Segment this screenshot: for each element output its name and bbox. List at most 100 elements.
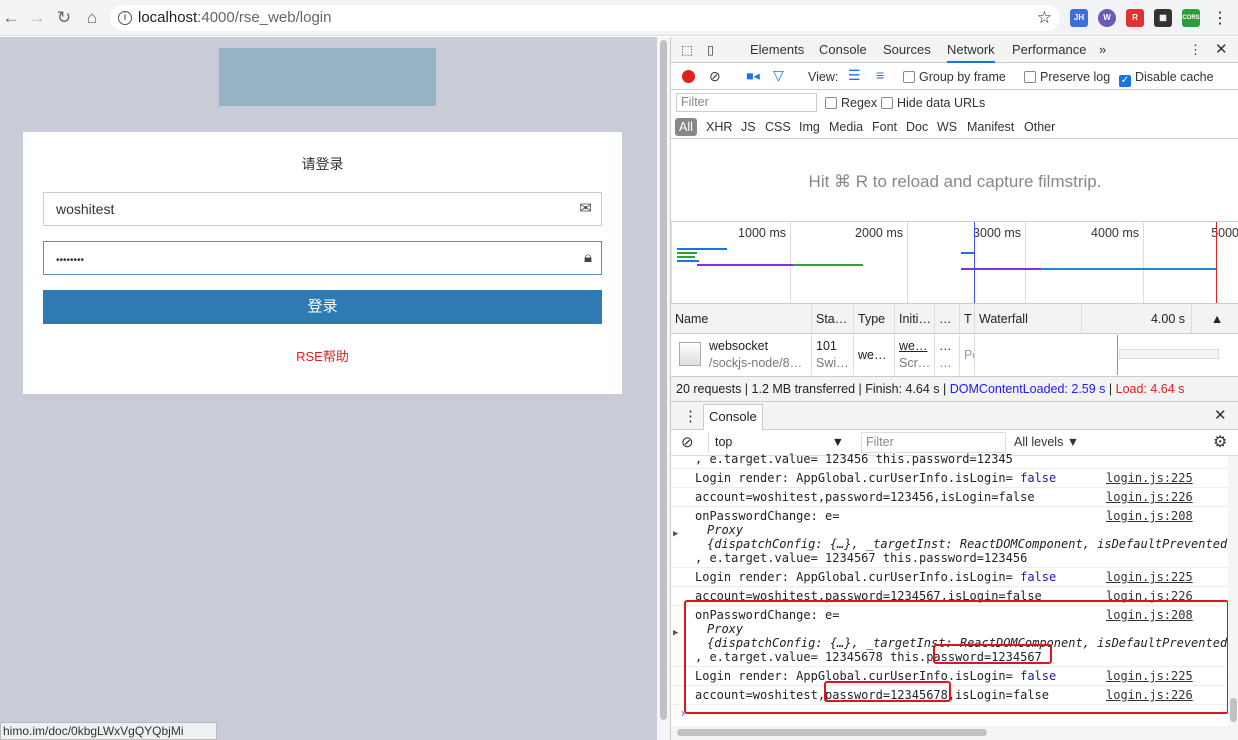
- tab-elements[interactable]: Elements: [750, 37, 804, 63]
- drawer-menu-icon[interactable]: ⋮: [683, 407, 698, 425]
- summary-text: 20 requests | 1.2 MB transferred | Finis…: [676, 382, 950, 396]
- tab-console[interactable]: Console: [819, 37, 867, 63]
- request-waterfall: [975, 335, 1238, 375]
- close-devtools-icon[interactable]: ✕: [1215, 37, 1228, 63]
- filter-icon[interactable]: ▽: [773, 67, 784, 84]
- tab-performance[interactable]: Performance: [1012, 37, 1086, 63]
- type-all[interactable]: All: [675, 118, 697, 136]
- load-time: Load: 4.64 s: [1115, 382, 1185, 396]
- disable-cache-checkbox[interactable]: ✓ Disable cache: [1119, 70, 1214, 87]
- regex-checkbox[interactable]: Regex: [825, 96, 877, 110]
- info-icon[interactable]: i: [118, 11, 132, 25]
- login-card: 请登录 woshitest ✉ •••••••• 🔒︎ 登录 RSE帮助: [23, 132, 622, 394]
- request-initiator[interactable]: we…: [899, 338, 934, 355]
- type-css[interactable]: CSS: [765, 115, 791, 139]
- address-bar[interactable]: i localhost:4000/rse_web/login ☆: [110, 5, 1060, 31]
- type-ws[interactable]: WS: [937, 115, 957, 139]
- page-scrollbar[interactable]: [657, 37, 670, 740]
- expand-triangle-icon[interactable]: ▶: [673, 626, 678, 640]
- col-waterfall[interactable]: Waterfall: [975, 304, 1082, 334]
- message-object[interactable]: {dispatchConfig: {…}, _targetInst: React…: [695, 537, 1227, 551]
- col-type[interactable]: Type: [854, 304, 895, 334]
- extension-r-icon[interactable]: R: [1126, 9, 1144, 27]
- tab-network[interactable]: Network: [947, 37, 995, 63]
- request-row-websocket[interactable]: websocket/sockjs-node/8…: [671, 335, 812, 375]
- type-doc[interactable]: Doc: [906, 115, 928, 139]
- cors-extension-icon[interactable]: CORS: [1182, 9, 1200, 27]
- browser-menu-icon[interactable]: ⋮: [1212, 8, 1228, 28]
- device-toolbar-icon[interactable]: ▯: [707, 42, 714, 57]
- waterfall-bar: [677, 256, 695, 258]
- console-scrollbar[interactable]: [1228, 456, 1238, 726]
- type-manifest[interactable]: Manifest: [967, 115, 1014, 139]
- help-link[interactable]: RSE帮助: [23, 346, 622, 365]
- horizontal-scrollbar[interactable]: [671, 726, 1238, 740]
- forward-icon[interactable]: →: [26, 8, 48, 28]
- extension-w-icon[interactable]: W: [1098, 9, 1116, 27]
- type-js[interactable]: JS: [741, 115, 756, 139]
- drawer-tab-console[interactable]: Console: [703, 404, 763, 430]
- tick-2000: 2000 ms: [855, 226, 903, 240]
- bookmark-star-icon[interactable]: ☆: [1037, 5, 1052, 31]
- col-initiator[interactable]: Initi…: [895, 304, 935, 334]
- clear-icon[interactable]: ⊘: [709, 68, 721, 85]
- drawer-tabbar: ⋮ Console ✕: [671, 402, 1238, 430]
- request-name: websocket: [709, 339, 769, 353]
- request-size: …: [939, 339, 952, 353]
- source-link[interactable]: login.js:225: [1106, 471, 1193, 485]
- request-type: we…: [854, 335, 895, 375]
- password-input[interactable]: •••••••• 🔒︎: [43, 241, 602, 275]
- tab-sources[interactable]: Sources: [883, 37, 931, 63]
- hide-data-urls-checkbox[interactable]: Hide data URLs: [881, 96, 985, 110]
- home-icon[interactable]: ⌂: [81, 8, 103, 28]
- reload-icon[interactable]: ↻: [53, 8, 75, 28]
- more-tabs-button[interactable]: »: [1099, 37, 1106, 63]
- close-drawer-icon[interactable]: ✕: [1214, 406, 1227, 424]
- waterfall-bar: [961, 268, 1041, 270]
- clear-console-icon[interactable]: ⊘: [681, 433, 694, 451]
- col-status[interactable]: Sta…: [812, 304, 854, 334]
- col-time[interactable]: T: [960, 304, 975, 334]
- waterfall-bar: [677, 248, 727, 250]
- login-title: 请登录: [301, 156, 344, 172]
- type-other[interactable]: Other: [1024, 115, 1055, 139]
- type-xhr[interactable]: XHR: [706, 115, 732, 139]
- type-media[interactable]: Media: [829, 115, 863, 139]
- sort-ascending-icon[interactable]: ▲: [1192, 304, 1238, 334]
- network-filter-input[interactable]: Filter: [676, 93, 817, 112]
- extension-jh-icon[interactable]: JH: [1070, 9, 1088, 27]
- waterfall-scale: 4.00 s: [1082, 304, 1192, 334]
- record-icon[interactable]: [682, 70, 695, 83]
- username-input[interactable]: woshitest ✉: [43, 192, 602, 226]
- network-overview-timeline[interactable]: 1000 ms 2000 ms 3000 ms 4000 ms 5000: [671, 221, 1238, 304]
- col-size[interactable]: …: [935, 304, 960, 334]
- waterfall-bar: [677, 260, 699, 262]
- console-settings-icon[interactable]: ⚙: [1213, 432, 1227, 452]
- console-prompt-icon[interactable]: ›: [681, 706, 685, 720]
- devtools-tabbar: ⬚ ▯ Elements Console Sources Network Per…: [671, 37, 1238, 63]
- expand-triangle-icon[interactable]: ▶: [673, 527, 678, 541]
- overview-icon[interactable]: ≡: [876, 67, 884, 83]
- source-link[interactable]: login.js:225: [1106, 570, 1193, 584]
- load-marker: [1216, 222, 1217, 304]
- type-font[interactable]: Font: [872, 115, 897, 139]
- source-link[interactable]: login.js:226: [1106, 490, 1193, 504]
- tick-4000: 4000 ms: [1091, 226, 1139, 240]
- login-button[interactable]: 登录: [43, 290, 602, 324]
- log-levels-dropdown[interactable]: All levels ▼: [1014, 435, 1079, 449]
- large-rows-icon[interactable]: ☰: [848, 67, 861, 84]
- request-initiator-sub: Scr…: [899, 356, 931, 370]
- col-name[interactable]: Name: [671, 304, 812, 334]
- source-link[interactable]: login.js:208: [1106, 509, 1193, 523]
- qr-code-icon[interactable]: ▦: [1154, 9, 1172, 27]
- inspect-element-icon[interactable]: ⬚: [681, 42, 693, 57]
- tick-3000: 3000 ms: [973, 226, 1021, 240]
- preserve-log-checkbox[interactable]: Preserve log: [1024, 70, 1110, 84]
- group-by-frame-checkbox[interactable]: Group by frame: [903, 70, 1006, 84]
- type-img[interactable]: Img: [799, 115, 820, 139]
- back-icon[interactable]: ←: [0, 8, 22, 28]
- devtools-menu-icon[interactable]: ⋮: [1189, 37, 1202, 63]
- capture-screenshots-icon[interactable]: ■◂: [746, 68, 760, 83]
- message-text: Login render: AppGlobal.curUserInfo.isLo…: [695, 570, 1021, 584]
- waterfall-bar: [793, 264, 863, 266]
